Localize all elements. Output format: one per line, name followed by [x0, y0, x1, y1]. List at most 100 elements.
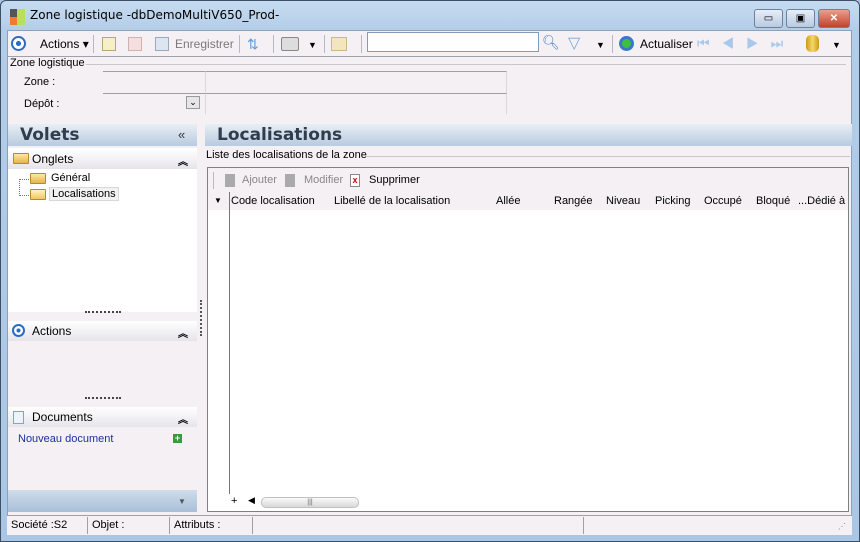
search-icon[interactable]: 🔍︎ [542, 34, 560, 51]
separator [612, 35, 613, 53]
group-line [86, 64, 846, 65]
first-record-icon[interactable]: ⏮ [697, 35, 722, 51]
separator [213, 172, 214, 189]
horizontal-scrollbar[interactable]: ||| [261, 497, 359, 508]
separator [93, 35, 94, 53]
column-chooser-icon[interactable]: ▼ [214, 196, 222, 205]
separator [324, 35, 325, 53]
tree-line [19, 179, 29, 196]
status-objet: Objet : [89, 517, 170, 534]
scroll-left-icon[interactable]: ◀ [248, 495, 255, 506]
row-indicator-border [229, 192, 230, 494]
print-dropdown-icon[interactable]: ▼ [308, 40, 317, 50]
last-record-icon[interactable]: ⏭ [771, 35, 796, 51]
main-title: Localisations [217, 125, 343, 145]
column-header-occupe[interactable]: Occupé [704, 195, 742, 207]
column-header-allee[interactable]: Allée [496, 195, 520, 207]
collapse-onglets-icon[interactable]: ︽ [178, 153, 188, 168]
group-line [366, 156, 850, 157]
actions-icon [12, 324, 25, 337]
status-attributs: Attributs : [171, 517, 253, 534]
depot-dropdown-icon[interactable]: ⌄ [186, 96, 200, 109]
side-panel-footer [8, 490, 197, 512]
record-navigation: ⏮◀▶⏭ [697, 35, 795, 52]
actions-section-header[interactable]: Actions [8, 321, 197, 341]
app-logo-icon [10, 9, 17, 17]
column-header-niveau[interactable]: Niveau [606, 195, 640, 207]
depot-description-field[interactable] [206, 93, 507, 114]
resize-grip-icon[interactable]: ⋰ [838, 522, 846, 531]
app-logo-part [10, 17, 17, 25]
depot-label: Dépôt : [24, 98, 60, 110]
splitter-handle[interactable] [85, 311, 121, 313]
actions-label: Actions [40, 37, 80, 51]
sync-icon[interactable]: ⇅ [247, 37, 261, 51]
database-dropdown-icon[interactable]: ▼ [832, 40, 841, 50]
side-panel-header: Volets [8, 124, 197, 146]
locations-grid [207, 167, 849, 512]
tree-item-localisations[interactable]: Localisations [49, 187, 119, 201]
side-panel-title: Volets [20, 125, 80, 145]
column-header-picking[interactable]: Picking [655, 195, 690, 207]
folder-icon [30, 173, 46, 184]
expand-button[interactable]: + [231, 495, 237, 507]
column-header-code[interactable]: Code localisation [231, 195, 315, 207]
document-icon [13, 411, 24, 424]
zone-description-field[interactable] [206, 71, 507, 93]
tree-item-general[interactable]: Général [51, 172, 90, 184]
collapse-panel-button[interactable]: « [178, 127, 185, 142]
separator [361, 35, 362, 53]
panel-splitter[interactable] [200, 300, 202, 336]
onglets-header[interactable]: Onglets [8, 149, 197, 169]
print-icon[interactable] [281, 37, 299, 51]
close-button[interactable]: ✕ [818, 9, 850, 28]
onglets-title: Onglets [32, 152, 74, 166]
database-icon[interactable] [806, 35, 819, 52]
zone-code-field[interactable] [103, 71, 206, 93]
zone-label: Zone : [24, 76, 56, 88]
status-societe: Société :S2 [8, 517, 88, 534]
filter-icon[interactable]: ▽ [568, 33, 580, 53]
save-button[interactable]: Enregistrer [175, 37, 234, 51]
search-input[interactable] [367, 32, 539, 52]
delete-row-icon: x [350, 174, 360, 187]
more-sections-icon[interactable]: ▼ [178, 497, 186, 506]
refresh-icon [619, 36, 634, 51]
delete-icon[interactable] [128, 37, 142, 51]
app-logo-part [17, 9, 25, 25]
folder-icon [13, 153, 29, 164]
next-record-icon[interactable]: ▶ [746, 35, 771, 51]
filter-dropdown-icon[interactable]: ▼ [596, 40, 605, 50]
column-header-libelle[interactable]: Libellé de la localisation [334, 195, 450, 207]
grid-group-legend: Liste des localisations de la zone [206, 149, 367, 161]
column-header-bloque[interactable]: Bloqué [756, 195, 790, 207]
previous-record-icon[interactable]: ◀ [722, 35, 747, 51]
column-header-rangee[interactable]: Rangée [554, 195, 593, 207]
new-icon[interactable] [102, 37, 116, 51]
minimize-button[interactable]: ▭ [754, 9, 783, 28]
edit-button[interactable]: Modifier [304, 174, 343, 186]
tree-line [19, 179, 29, 180]
restore-button[interactable]: ▣ [786, 9, 815, 28]
column-header-dedie[interactable]: ...Dédié à [798, 195, 845, 207]
window-title: Zone logistique -dbDemoMultiV650_Prod- [30, 8, 280, 22]
documents-title: Documents [32, 410, 93, 424]
delete-button[interactable]: Supprimer [369, 174, 420, 186]
folder-icon[interactable] [331, 37, 347, 51]
collapse-documents-icon[interactable]: ︽ [178, 411, 188, 426]
splitter-handle[interactable] [85, 397, 121, 399]
refresh-button[interactable]: Actualiser [640, 37, 693, 51]
collapse-actions-icon[interactable]: ︽ [178, 325, 188, 340]
add-button[interactable]: Ajouter [242, 174, 277, 186]
add-document-icon[interactable]: + [173, 434, 182, 443]
add-icon [225, 174, 235, 187]
navigation-circle-icon[interactable] [11, 36, 26, 51]
save-icon [155, 37, 169, 51]
documents-section-header[interactable]: Documents [8, 407, 197, 427]
new-document-link[interactable]: Nouveau document [18, 433, 113, 445]
edit-icon [285, 174, 295, 187]
separator [239, 35, 240, 53]
main-header: Localisations [205, 124, 852, 146]
actions-section-title: Actions [32, 324, 72, 338]
actions-menu[interactable]: Actions ▾ [40, 37, 89, 51]
